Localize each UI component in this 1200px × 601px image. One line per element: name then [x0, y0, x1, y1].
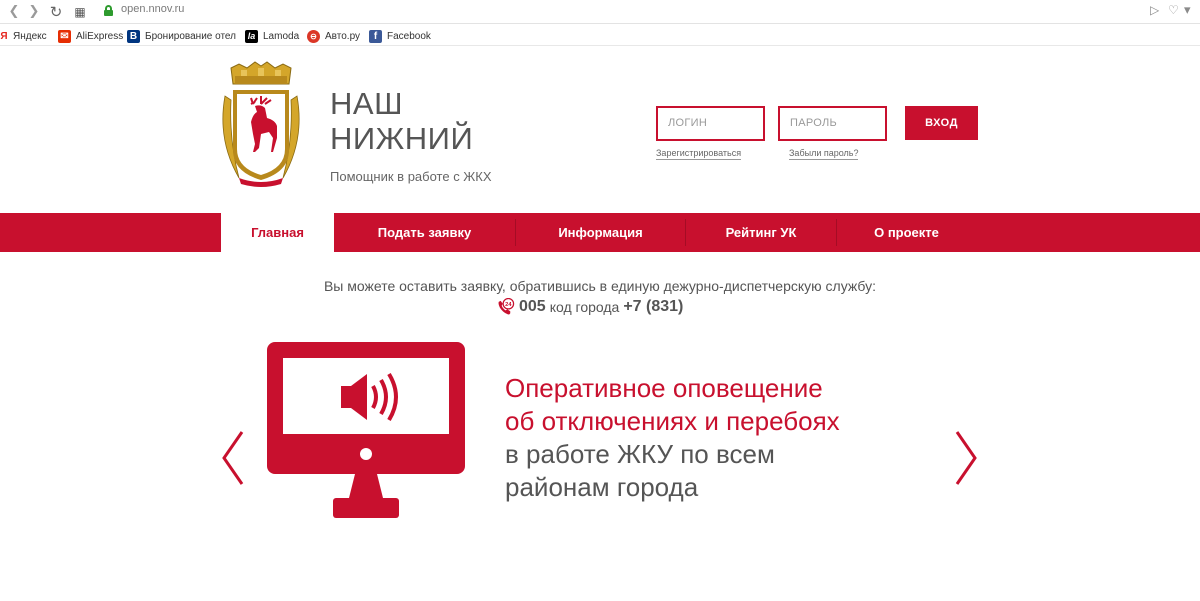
- slide-line-4: районам города: [505, 472, 699, 502]
- nav-item-home[interactable]: Главная: [221, 213, 334, 252]
- address-bar[interactable]: open.nnov.ru ▷ ♡ ▾: [96, 0, 1200, 22]
- bookmark-booking[interactable]: B Бронирование отел: [127, 28, 236, 44]
- facebook-icon: f: [369, 29, 382, 43]
- site-title-line1: НАШ: [330, 86, 403, 121]
- heart-icon[interactable]: ♡: [1168, 3, 1179, 17]
- bookmark-label: Lamoda: [263, 30, 300, 42]
- nav-item-about[interactable]: О проекте: [837, 213, 976, 252]
- site-title-line2: НИЖНИЙ: [330, 121, 474, 156]
- phone-24-icon: 24: [498, 297, 515, 314]
- lamoda-icon: la: [245, 29, 258, 43]
- bookmark-lamoda[interactable]: la Lamoda: [245, 28, 299, 44]
- phone-line: 24 005 код города +7 (831): [496, 297, 683, 317]
- login-input[interactable]: ЛОГИН: [656, 106, 765, 141]
- bookmark-facebook[interactable]: f Facebook: [369, 28, 431, 44]
- monitor-speaker-icon: [267, 342, 465, 518]
- password-input[interactable]: ПАРОЛЬ: [778, 106, 887, 141]
- browser-toolbar: ❮ ❯ ↻ ▦ open.nnov.ru ▷ ♡ ▾: [0, 0, 1200, 24]
- forward-icon[interactable]: ❯: [24, 2, 44, 22]
- forgot-password-link[interactable]: Забыли пароль?: [789, 148, 859, 160]
- coat-of-arms-logo[interactable]: [217, 60, 305, 188]
- slide-line-3: в работе ЖКУ по всем: [505, 439, 775, 469]
- slider-prev-arrow[interactable]: [218, 428, 248, 488]
- slider-next-arrow[interactable]: [951, 428, 981, 488]
- svg-text:24: 24: [505, 301, 512, 307]
- bookmark-label: Авто.ру: [325, 30, 361, 42]
- nav-item-information[interactable]: Информация: [516, 213, 685, 252]
- autoru-icon: ⊖: [307, 29, 320, 43]
- yandex-icon: Я: [0, 30, 8, 42]
- bookmark-icon[interactable]: ▾: [1184, 3, 1191, 18]
- url-text: open.nnov.ru: [121, 3, 185, 15]
- bookmark-label: Яндекс: [13, 30, 47, 42]
- site-title[interactable]: НАШ НИЖНИЙ: [330, 86, 473, 156]
- bookmark-label: Facebook: [387, 30, 431, 42]
- aliexpress-icon: ✉: [58, 29, 71, 43]
- bookmark-aliexpress[interactable]: ✉ AliExpress: [58, 28, 123, 44]
- phone-short-number: 005: [519, 298, 546, 315]
- bookmarks-bar: Я Яндекс ✉ AliExpress B Бронирование оте…: [0, 25, 1200, 46]
- phone-city-code-label: код города: [549, 299, 620, 315]
- bookmark-label: AliExpress: [76, 30, 124, 42]
- dispatch-info-text: Вы можете оставить заявку, обратившись в…: [323, 278, 877, 294]
- nav-item-rating[interactable]: Рейтинг УК: [686, 213, 836, 252]
- bookmark-autoru[interactable]: ⊖ Авто.ру: [307, 28, 360, 44]
- nav-item-submit-request[interactable]: Подать заявку: [334, 213, 515, 252]
- send-icon[interactable]: ▷: [1150, 3, 1159, 17]
- login-button[interactable]: ВХОД: [905, 106, 978, 140]
- back-icon[interactable]: ❮: [4, 2, 24, 22]
- lock-icon: [104, 5, 113, 16]
- site-subtitle: Помощник в работе с ЖКХ: [330, 169, 492, 184]
- slide-line-2: об отключениях и перебоях: [505, 406, 840, 436]
- register-link[interactable]: Зарегистрироваться: [656, 148, 742, 160]
- login-placeholder: ЛОГИН: [668, 117, 708, 129]
- bookmark-yandex[interactable]: Я Яндекс: [0, 28, 47, 44]
- bookmark-label: Бронирование отел: [145, 30, 237, 42]
- slide-line-1: Оперативное оповещение: [505, 373, 823, 403]
- password-placeholder: ПАРОЛЬ: [790, 117, 838, 129]
- phone-city-code: +7 (831): [623, 298, 684, 315]
- reload-icon[interactable]: ↻: [46, 2, 66, 22]
- booking-icon: B: [127, 29, 140, 43]
- apps-grid-icon[interactable]: ▦: [70, 2, 90, 22]
- slide-text: Оперативное оповещение об отключениях и …: [505, 372, 925, 504]
- main-nav: Главная Подать заявку Информация Рейтинг…: [0, 213, 1200, 252]
